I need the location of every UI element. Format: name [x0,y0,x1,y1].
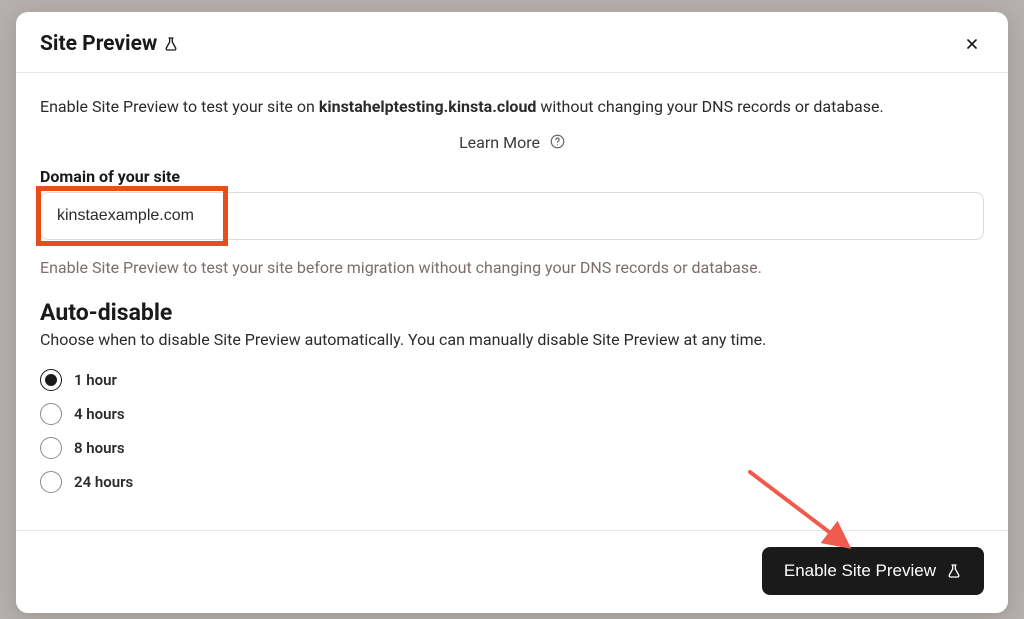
radio-label: 8 hours [74,439,125,457]
radio-indicator [40,403,62,425]
learn-more-link[interactable]: Learn More [459,133,540,152]
domain-input[interactable] [40,192,984,240]
modal-header: Site Preview [16,12,1008,73]
domain-input-wrapper [40,192,984,240]
modal-title: Site Preview [40,32,157,56]
learn-more-row: Learn More [40,133,984,153]
modal-title-wrap: Site Preview [40,32,179,56]
radio-option-8-hours[interactable]: 8 hours [40,437,984,459]
enable-button-label: Enable Site Preview [784,561,936,581]
modal-footer: Enable Site Preview [16,530,1008,613]
radio-indicator [40,369,62,391]
intro-prefix: Enable Site Preview to test your site on [40,97,319,116]
radio-label: 1 hour [74,371,117,389]
close-button[interactable] [960,32,984,56]
radio-option-24-hours[interactable]: 24 hours [40,471,984,493]
radio-option-1-hour[interactable]: 1 hour [40,369,984,391]
intro-suffix: without changing your DNS records or dat… [536,97,883,116]
flask-icon [946,562,962,580]
hint-text: Enable Site Preview to test your site be… [40,258,984,277]
radio-label: 24 hours [74,473,133,491]
radio-label: 4 hours [74,405,125,423]
radio-indicator [40,437,62,459]
auto-disable-description: Choose when to disable Site Preview auto… [40,330,984,349]
flask-icon [163,36,179,52]
site-preview-modal: Site Preview Enable Site Preview to test… [16,12,1008,613]
modal-body: Enable Site Preview to test your site on… [16,73,1008,530]
intro-domain: kinstahelptesting.kinsta.cloud [319,97,537,116]
help-icon[interactable] [550,134,565,153]
intro-text: Enable Site Preview to test your site on… [40,95,984,119]
radio-option-4-hours[interactable]: 4 hours [40,403,984,425]
radio-indicator [40,471,62,493]
domain-field-label: Domain of your site [40,167,984,186]
enable-site-preview-button[interactable]: Enable Site Preview [762,547,984,595]
auto-disable-title: Auto-disable [40,299,984,326]
auto-disable-radio-group: 1 hour 4 hours 8 hours 24 hours [40,369,984,493]
